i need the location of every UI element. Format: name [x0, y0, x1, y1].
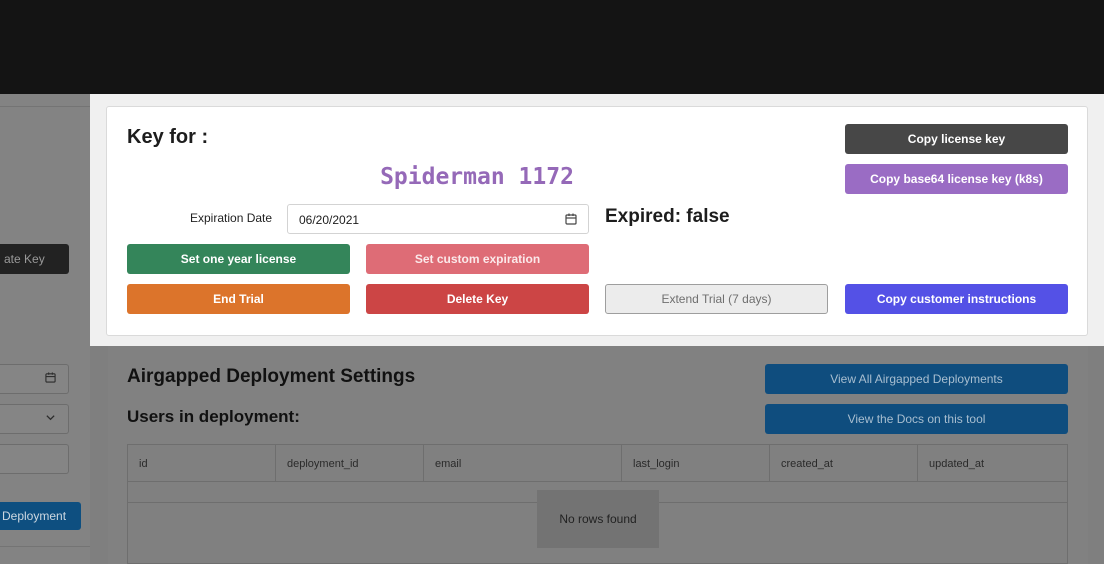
column-header-updated-at[interactable]: updated_at [917, 445, 1067, 481]
calendar-icon [45, 372, 56, 386]
divider [0, 546, 90, 547]
empty-table-message: No rows found [537, 490, 659, 548]
expiration-date-input[interactable]: 06/20/2021 [287, 204, 589, 234]
column-header-deployment-id[interactable]: deployment_id [275, 445, 423, 481]
copy-license-key-button[interactable]: Copy license key [845, 124, 1068, 154]
column-header-last-login[interactable]: last_login [621, 445, 769, 481]
customer-name: Spiderman 1172 [380, 164, 574, 190]
select-field[interactable] [0, 404, 69, 434]
deployment-button[interactable]: Deployment [0, 502, 81, 530]
top-bar [0, 0, 1104, 94]
view-all-deployments-button[interactable]: View All Airgapped Deployments [765, 364, 1068, 394]
view-docs-button[interactable]: View the Docs on this tool [765, 404, 1068, 434]
expired-status: Expired: false [605, 206, 730, 227]
date-field[interactable] [0, 364, 69, 394]
column-header-email[interactable]: email [423, 445, 621, 481]
set-one-year-license-button[interactable]: Set one year license [127, 244, 350, 274]
column-header-created-at[interactable]: created_at [769, 445, 917, 481]
column-header-id[interactable]: id [128, 445, 275, 481]
users-heading: Users in deployment: [127, 407, 300, 426]
text-field[interactable] [0, 444, 69, 474]
chevron-down-icon [45, 412, 56, 426]
key-for-label: Key for : [127, 126, 209, 148]
delete-key-button[interactable]: Delete Key [366, 284, 589, 314]
background-left-panel [0, 94, 90, 564]
extend-trial-button[interactable]: Extend Trial (7 days) [605, 284, 828, 314]
divider [0, 106, 90, 107]
calendar-icon[interactable] [565, 205, 577, 246]
create-key-button[interactable]: ate Key [0, 244, 69, 274]
users-table: id deployment_id email last_login create… [127, 444, 1068, 564]
expiration-date-label: Expiration Date [190, 211, 273, 225]
copy-base64-license-key-button[interactable]: Copy base64 license key (k8s) [845, 164, 1068, 194]
airgapped-title: Airgapped Deployment Settings [127, 366, 416, 387]
set-custom-expiration-button[interactable]: Set custom expiration [366, 244, 589, 274]
table-header: id deployment_id email last_login create… [128, 445, 1067, 482]
end-trial-button[interactable]: End Trial [127, 284, 350, 314]
copy-customer-instructions-button[interactable]: Copy customer instructions [845, 284, 1068, 314]
expiration-date-value: 06/20/2021 [299, 213, 360, 227]
